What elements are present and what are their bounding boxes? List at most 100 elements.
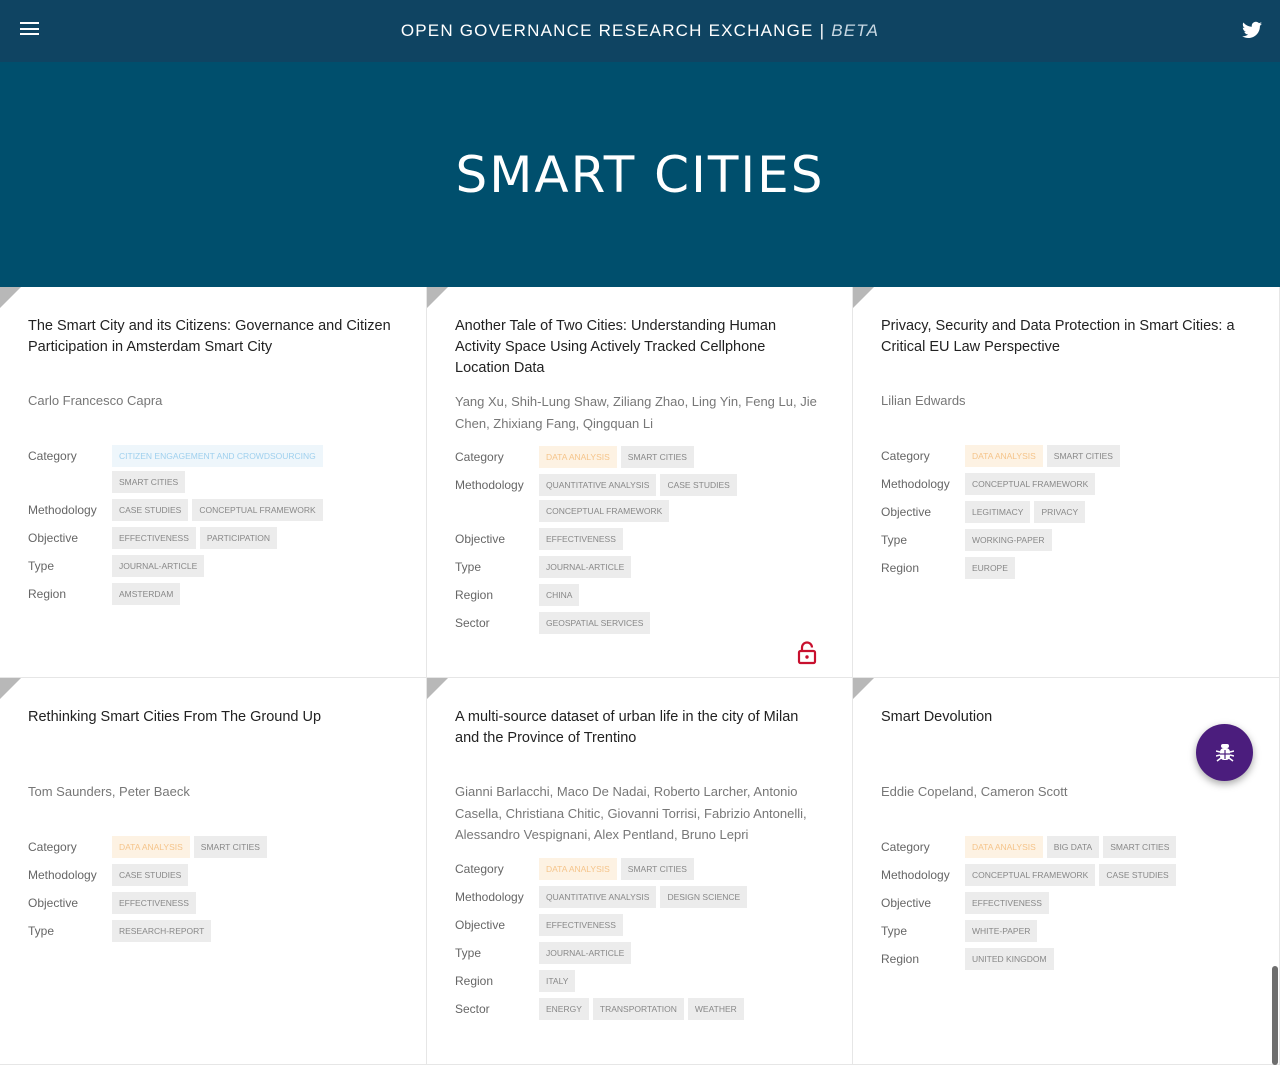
meta-label-category: Category: [455, 450, 504, 464]
tag[interactable]: DATA ANALYSIS: [965, 836, 1043, 858]
meta-row-methodology: Methodology CONCEPTUAL FRAMEWORK: [881, 473, 1251, 495]
tag[interactable]: LEGITIMACY: [965, 501, 1031, 523]
hero-banner: SMART CITIES: [0, 62, 1280, 287]
tag[interactable]: CITIZEN ENGAGEMENT AND CROWDSOURCING: [112, 445, 323, 467]
tag[interactable]: EFFECTIVENESS: [539, 528, 623, 550]
twitter-icon[interactable]: [1242, 21, 1262, 39]
tag[interactable]: SMART CITIES: [1046, 445, 1120, 467]
tag[interactable]: EFFECTIVENESS: [539, 913, 623, 936]
tag-list: LEGITIMACY PRIVACY: [965, 501, 1086, 523]
tag[interactable]: EUROPE: [965, 557, 1015, 579]
meta-row-objective: Objective EFFECTIVENESS: [455, 528, 824, 550]
meta-label-region: Region: [881, 561, 920, 575]
tag[interactable]: ITALY: [539, 969, 576, 992]
lock-icon[interactable]: [797, 641, 817, 665]
tag[interactable]: QUANTITATIVE ANALYSIS: [539, 885, 657, 908]
card-title[interactable]: Another Tale of Two Cities: Understandin…: [455, 316, 824, 379]
report-bug-button[interactable]: [1196, 724, 1253, 781]
tag[interactable]: DESIGN SCIENCE: [660, 885, 748, 908]
meta-label-category: Category: [455, 861, 504, 876]
tag[interactable]: JOURNAL-ARTICLE: [539, 556, 632, 578]
card-authors: Tom Saunders, Peter Baeck: [28, 784, 190, 799]
paper-card[interactable]: Rethinking Smart Cities From The Ground …: [0, 678, 427, 1065]
card-title[interactable]: Smart Devolution: [881, 707, 1251, 769]
meta-row-methodology: Methodology CASE STUDIES: [28, 864, 398, 886]
tag[interactable]: CHINA: [539, 584, 580, 606]
paper-card[interactable]: The Smart City and its Citizens: Governa…: [0, 287, 427, 678]
tag[interactable]: PRIVACY: [1034, 501, 1086, 523]
tag[interactable]: SMART CITIES: [1103, 836, 1177, 858]
card-title[interactable]: A multi-source dataset of urban life in …: [455, 707, 824, 769]
meta-row-objective: Objective EFFECTIVENESS: [455, 913, 824, 936]
meta-label-methodology: Methodology: [881, 868, 950, 882]
tag[interactable]: SMART CITIES: [620, 446, 694, 468]
meta-row-type: Type JOURNAL-ARTICLE: [455, 941, 824, 964]
paper-card[interactable]: Another Tale of Two Cities: Understandin…: [427, 287, 853, 678]
tag[interactable]: EFFECTIVENESS: [112, 892, 196, 914]
paper-card[interactable]: Privacy, Security and Data Protection in…: [853, 287, 1280, 678]
tag[interactable]: TRANSPORTATION: [592, 997, 684, 1020]
tag[interactable]: SMART CITIES: [620, 857, 694, 880]
tag[interactable]: CASE STUDIES: [112, 499, 189, 521]
page-title: SMART CITIES: [455, 145, 825, 204]
site-title[interactable]: OPEN GOVERNANCE RESEARCH EXCHANGE | BETA: [401, 21, 879, 41]
tag-list: CONCEPTUAL FRAMEWORK: [965, 473, 1096, 495]
tag[interactable]: DATA ANALYSIS: [539, 446, 617, 468]
hamburger-menu-icon[interactable]: [20, 22, 39, 38]
tag[interactable]: WEATHER: [687, 997, 744, 1020]
tag[interactable]: CONCEPTUAL FRAMEWORK: [965, 864, 1096, 886]
meta-row-region: Region AMSTERDAM: [28, 583, 398, 605]
meta-label-type: Type: [28, 559, 55, 573]
meta-row-methodology: Methodology QUANTITATIVE ANALYSIS DESIGN S…: [455, 885, 824, 908]
tag[interactable]: DATA ANALYSIS: [112, 836, 190, 858]
tag-list: DATA ANALYSIS BIG DATA SMART CITIES: [965, 836, 1177, 858]
tag[interactable]: CONCEPTUAL FRAMEWORK: [539, 500, 670, 522]
meta-row-sector: Sector GEOSPATIAL SERVICES: [455, 612, 824, 634]
tag-list: JOURNAL-ARTICLE: [112, 555, 205, 577]
tag-list: DATA ANALYSIS SMART CITIES: [539, 857, 694, 880]
tag[interactable]: JOURNAL-ARTICLE: [539, 941, 632, 964]
tag[interactable]: AMSTERDAM: [112, 583, 181, 605]
tag-list: DATA ANALYSIS SMART CITIES: [112, 836, 267, 858]
tag[interactable]: JOURNAL-ARTICLE: [112, 555, 205, 577]
meta-row-sector: Sector ENERGY TRANSPORTATION WEATHER: [455, 997, 824, 1020]
meta-row-methodology: Methodology QUANTITATIVE ANALYSIS CASE STU…: [455, 474, 824, 522]
tag[interactable]: WORKING-PAPER: [965, 529, 1052, 551]
tag[interactable]: BIG DATA: [1046, 836, 1100, 858]
meta-label-type: Type: [455, 560, 482, 574]
tag[interactable]: RESEARCH-REPORT: [112, 920, 212, 942]
tag[interactable]: UNITED KINGDOM: [965, 948, 1054, 970]
tag-list: JOURNAL-ARTICLE: [539, 941, 632, 964]
tag[interactable]: WHITE-PAPER: [965, 920, 1038, 942]
tag[interactable]: PARTICIPATION: [199, 527, 278, 549]
tag[interactable]: DATA ANALYSIS: [539, 857, 617, 880]
tag[interactable]: CASE STUDIES: [112, 864, 189, 886]
card-title[interactable]: Rethinking Smart Cities From The Ground …: [28, 707, 398, 769]
tag[interactable]: ENERGY: [539, 997, 589, 1020]
scrollbar-thumb[interactable]: [1272, 966, 1278, 1065]
tag[interactable]: GEOSPATIAL SERVICES: [539, 612, 651, 634]
tag[interactable]: DATA ANALYSIS: [965, 445, 1043, 467]
card-title[interactable]: Privacy, Security and Data Protection in…: [881, 316, 1251, 378]
card-metadata: Category CITIZEN ENGAGEMENT AND CROWDSOUR…: [28, 445, 398, 605]
meta-row-methodology: Methodology CONCEPTUAL FRAMEWORK CASE STUD…: [881, 864, 1251, 886]
tag[interactable]: SMART CITIES: [193, 836, 267, 858]
tag[interactable]: QUANTITATIVE ANALYSIS: [539, 474, 657, 496]
card-corner-fold: [0, 287, 21, 308]
tag-list: DATA ANALYSIS SMART CITIES: [539, 446, 694, 468]
meta-row-category: Category DATA ANALYSIS BIG DATA SMART CITIE…: [881, 836, 1251, 858]
tag[interactable]: CASE STUDIES: [1099, 864, 1176, 886]
tag-list: QUANTITATIVE ANALYSIS CASE STUDIES CONCEPT…: [539, 474, 824, 522]
meta-label-category: Category: [28, 449, 77, 463]
tag[interactable]: CONCEPTUAL FRAMEWORK: [192, 499, 323, 521]
tag[interactable]: EFFECTIVENESS: [965, 892, 1049, 914]
meta-label-methodology: Methodology: [28, 868, 97, 882]
paper-card[interactable]: A multi-source dataset of urban life in …: [427, 678, 853, 1065]
tag[interactable]: CASE STUDIES: [660, 474, 737, 496]
tag[interactable]: EFFECTIVENESS: [112, 527, 196, 549]
tag[interactable]: SMART CITIES: [112, 471, 186, 493]
card-title[interactable]: The Smart City and its Citizens: Governa…: [28, 316, 398, 378]
tag[interactable]: CONCEPTUAL FRAMEWORK: [965, 473, 1096, 495]
meta-row-methodology: Methodology CASE STUDIES CONCEPTUAL FRAMEW…: [28, 499, 398, 521]
meta-row-objective: Objective EFFECTIVENESS PARTICIPATION: [28, 527, 398, 549]
